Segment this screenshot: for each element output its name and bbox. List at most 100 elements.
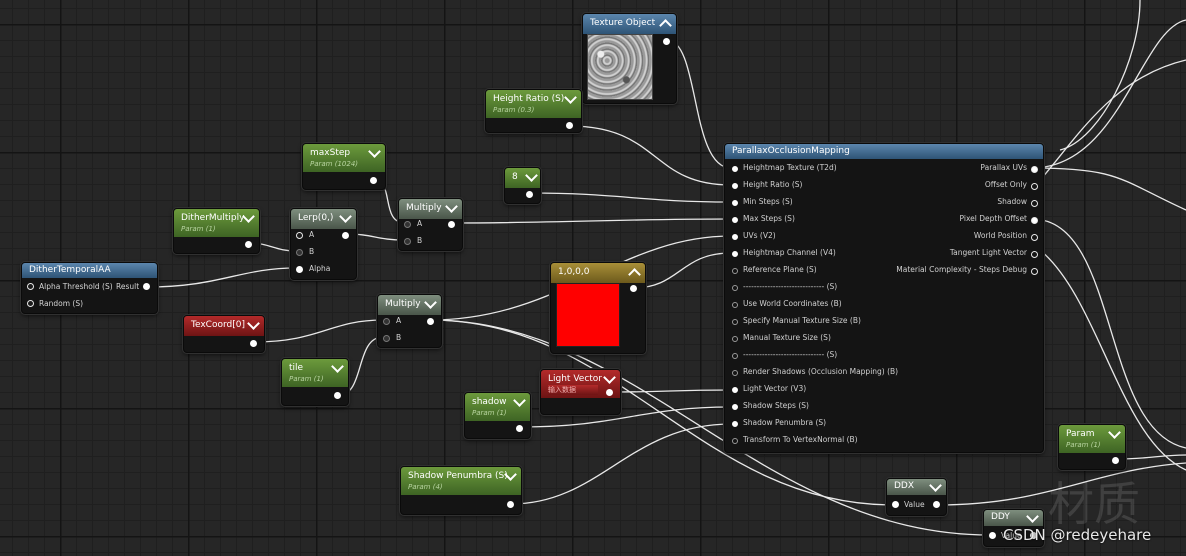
chevron-down-icon[interactable]	[525, 169, 538, 182]
input-pin[interactable]	[732, 438, 738, 444]
lerp-node[interactable]: Lerp(0,) A B Alpha	[290, 208, 357, 280]
input-pin[interactable]	[732, 353, 738, 359]
input-pin[interactable]	[732, 421, 738, 427]
output-pin[interactable]	[245, 241, 252, 248]
collapse-chevron-icon[interactable]	[659, 19, 672, 32]
output-pin[interactable]	[507, 501, 514, 508]
constant4-vector-node[interactable]: 1,0,0,0	[550, 262, 646, 354]
chevron-down-icon[interactable]	[247, 317, 260, 330]
multiply-node-bottom[interactable]: Multiply A B	[377, 294, 442, 348]
input-pin-random[interactable]	[27, 300, 34, 307]
height-ratio-param-node[interactable]: Height Ratio (S) Param (0.3)	[485, 89, 582, 133]
dither-multiply-param-node[interactable]: DitherMultiply Param (1)	[173, 208, 260, 254]
pom-output-row[interactable]: Pixel Depth Offset	[725, 212, 1043, 229]
output-pin[interactable]	[250, 340, 257, 347]
tile-param-node[interactable]: tile Param (1)	[281, 358, 349, 406]
node-header[interactable]: TexCoord[0]	[184, 316, 264, 336]
output-pin[interactable]	[1112, 457, 1119, 464]
pom-input-row[interactable]: Light Vector (V3)	[725, 382, 1043, 399]
chevron-down-icon[interactable]	[1026, 510, 1039, 523]
multiply-node-top[interactable]: Multiply A B	[398, 198, 463, 251]
node-header[interactable]: DitherTemporalAA	[22, 263, 157, 278]
param-node-right[interactable]: Param Param (1)	[1058, 424, 1126, 470]
dither-temporal-aa-node[interactable]: DitherTemporalAA Alpha Threshold (S) Res…	[21, 262, 158, 314]
output-pin[interactable]	[334, 392, 341, 399]
output-pin[interactable]	[1031, 217, 1038, 224]
output-pin[interactable]	[370, 177, 377, 184]
output-pin[interactable]	[1031, 268, 1038, 275]
input-pin[interactable]	[732, 370, 738, 376]
output-pin[interactable]	[1031, 166, 1038, 173]
max-step-param-node[interactable]: maxStep Param (1024)	[302, 143, 386, 190]
pom-input-row[interactable]: Use World Coordinates (B)	[725, 297, 1043, 314]
pom-input-row[interactable]: Manual Texture Size (S)	[725, 331, 1043, 348]
chevron-down-icon[interactable]	[929, 479, 942, 492]
node-header[interactable]: Height Ratio (S) Param (0.3)	[486, 90, 581, 118]
chevron-down-icon[interactable]	[445, 200, 458, 213]
pom-input-row[interactable]: Specify Manual Texture Size (B)	[725, 314, 1043, 331]
input-pin-alpha[interactable]	[296, 266, 303, 273]
node-header[interactable]: Shadow Penumbra (S) Param (4)	[401, 467, 521, 495]
node-header[interactable]: Multiply	[378, 295, 441, 315]
constant-8-node[interactable]: 8	[504, 167, 541, 204]
pom-output-row[interactable]: Offset Only	[725, 178, 1043, 195]
chevron-down-icon[interactable]	[603, 371, 616, 384]
pom-output-row[interactable]: Shadow	[725, 195, 1043, 212]
chevron-down-icon[interactable]	[1108, 426, 1121, 439]
pom-input-row[interactable]: Shadow Penumbra (S)	[725, 416, 1043, 433]
node-header[interactable]: 1,0,0,0	[551, 263, 645, 283]
input-pin-a[interactable]	[383, 318, 390, 325]
input-pin[interactable]	[732, 285, 738, 291]
input-pin-a[interactable]	[404, 221, 411, 228]
input-pin[interactable]	[989, 532, 996, 539]
output-pin[interactable]	[933, 501, 940, 508]
pom-input-row[interactable]: ------------------------------ (S)	[725, 280, 1043, 297]
output-pin[interactable]	[606, 389, 613, 396]
output-pin[interactable]	[1031, 251, 1038, 258]
output-pin[interactable]	[516, 425, 523, 432]
input-pin[interactable]	[732, 302, 738, 308]
output-pin[interactable]	[1031, 183, 1038, 190]
material-graph-canvas[interactable]: Texture Object Height Ratio (S) Param (0.…	[0, 0, 1186, 556]
collapse-chevron-icon[interactable]	[628, 268, 641, 281]
input-pin[interactable]	[892, 501, 899, 508]
output-pin[interactable]	[427, 318, 434, 325]
chevron-down-icon[interactable]	[564, 91, 577, 104]
node-header[interactable]: tile Param (1)	[282, 359, 348, 387]
output-pin[interactable]	[448, 221, 455, 228]
pom-input-row[interactable]: ------------------------------ (S)	[725, 348, 1043, 365]
node-header[interactable]: maxStep Param (1024)	[303, 144, 385, 172]
output-pin[interactable]	[630, 285, 637, 292]
chevron-down-icon[interactable]	[339, 210, 352, 223]
output-pin[interactable]	[566, 122, 573, 129]
output-pin[interactable]	[1031, 234, 1038, 241]
shadow-param-node[interactable]: shadow Param (1)	[464, 392, 531, 439]
chevron-down-icon[interactable]	[424, 296, 437, 309]
node-header[interactable]: DDY	[984, 510, 1043, 526]
pom-output-row[interactable]: Material Complexity - Steps Debug	[725, 263, 1043, 280]
pom-input-row[interactable]: Shadow Steps (S)	[725, 399, 1043, 416]
pom-output-row[interactable]: Tangent Light Vector	[725, 246, 1043, 263]
node-header[interactable]: DDX	[887, 479, 946, 495]
ddx-node[interactable]: DDX Value	[886, 478, 947, 516]
chevron-down-icon[interactable]	[513, 394, 526, 407]
pom-input-row[interactable]: Render Shadows (Occlusion Mapping) (B)	[725, 365, 1043, 382]
output-pin[interactable]	[1031, 200, 1038, 207]
chevron-down-icon[interactable]	[368, 145, 381, 158]
input-pin-b[interactable]	[383, 335, 390, 342]
light-vector-node[interactable]: Light Vector 输入数据	[540, 369, 621, 415]
output-pin-result[interactable]	[143, 283, 150, 290]
node-header[interactable]: Lerp(0,)	[291, 209, 356, 229]
input-pin[interactable]	[732, 404, 738, 410]
chevron-down-icon[interactable]	[331, 360, 344, 373]
parallax-occlusion-mapping-node[interactable]: ParallaxOcclusionMapping Heightmap Textu…	[724, 143, 1044, 453]
pom-output-row[interactable]: Parallax UVs	[725, 161, 1043, 178]
node-header[interactable]: DitherMultiply Param (1)	[174, 209, 259, 237]
pom-output-row[interactable]: World Position	[725, 229, 1043, 246]
input-pin[interactable]	[732, 387, 738, 393]
input-pin-b[interactable]	[296, 249, 303, 256]
shadow-penumbra-param-node[interactable]: Shadow Penumbra (S) Param (4)	[400, 466, 522, 515]
texture-object-node[interactable]: Texture Object	[582, 13, 677, 104]
node-header[interactable]: ParallaxOcclusionMapping	[725, 144, 1043, 159]
node-header[interactable]: Multiply	[399, 199, 462, 219]
